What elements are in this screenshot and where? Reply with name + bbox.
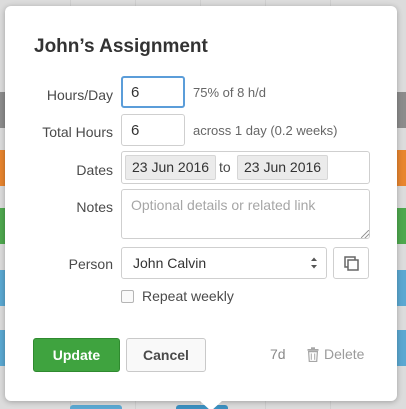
start-date-chip[interactable]: 23 Jun 2016: [125, 155, 217, 180]
popover-arrow: [200, 401, 222, 409]
dialog-title: John’s Assignment: [34, 36, 208, 57]
trash-icon: [307, 346, 319, 362]
update-button[interactable]: Update: [33, 338, 120, 372]
copy-button[interactable]: [333, 247, 369, 279]
copy-icon: [344, 256, 359, 271]
hours-per-day-label: Hours/Day: [46, 87, 113, 103]
cancel-button[interactable]: Cancel: [126, 338, 206, 372]
repeat-weekly-label[interactable]: Repeat weekly: [142, 288, 234, 304]
person-label: Person: [68, 256, 113, 272]
resize-grip-icon[interactable]: [361, 230, 369, 238]
hours-per-day-input[interactable]: [121, 76, 185, 108]
duration-label: 7d: [270, 346, 286, 362]
end-date-chip[interactable]: 23 Jun 2016: [237, 155, 329, 180]
schedule-bar-bottom: [70, 405, 122, 409]
person-select-value: John Calvin: [133, 255, 207, 271]
person-select[interactable]: John Calvin: [121, 247, 327, 279]
hours-per-day-hint: 75% of 8 h/d: [193, 85, 266, 100]
assignment-popover: John’s Assignment Hours/Day 75% of 8 h/d…: [5, 6, 397, 409]
dates-label: Dates: [76, 162, 113, 178]
total-hours-label: Total Hours: [42, 124, 113, 140]
total-hours-input[interactable]: [121, 114, 185, 146]
notes-label: Notes: [76, 199, 113, 215]
date-range-field: 23 Jun 2016 to 23 Jun 2016: [121, 151, 370, 184]
total-hours-hint: across 1 day (0.2 weeks): [193, 123, 338, 138]
repeat-weekly-checkbox[interactable]: [121, 290, 134, 303]
up-down-caret-icon: [311, 257, 317, 269]
notes-textarea[interactable]: [121, 189, 370, 239]
delete-label: Delete: [324, 346, 365, 362]
date-separator: to: [219, 159, 231, 175]
delete-button[interactable]: Delete: [307, 343, 364, 365]
